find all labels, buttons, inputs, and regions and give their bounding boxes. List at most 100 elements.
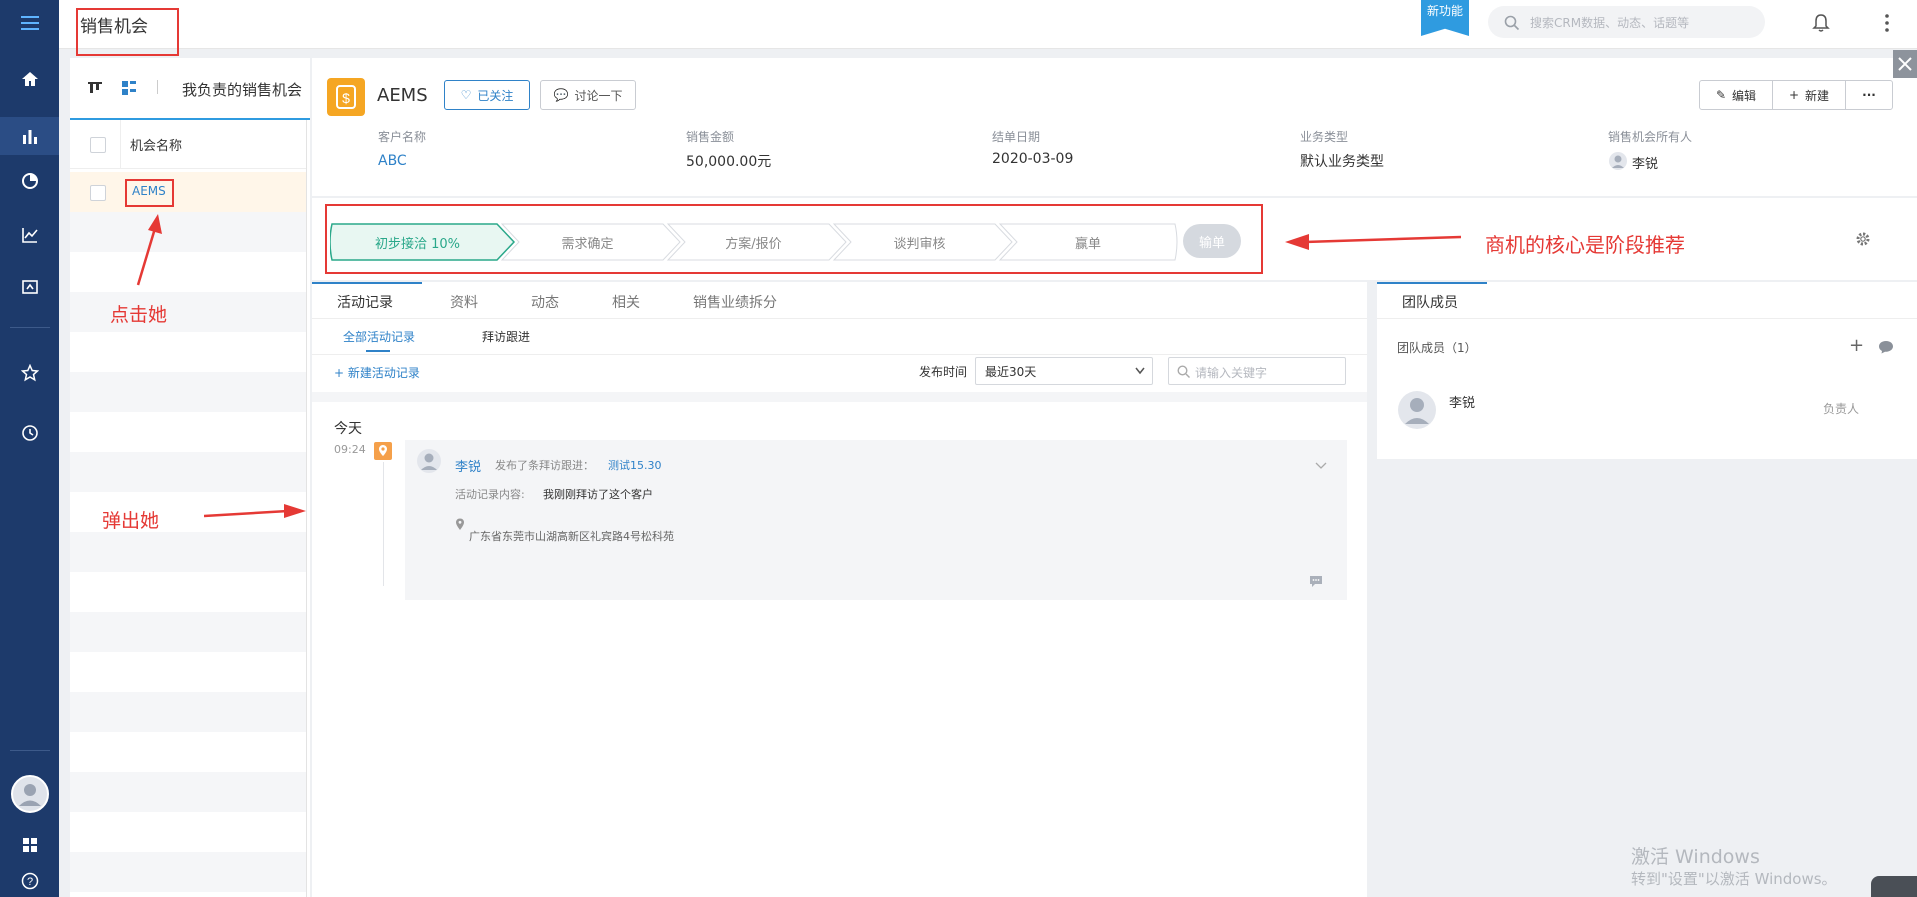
edit-label: 编辑 [1732,88,1757,103]
author-link[interactable]: 李锐 [455,456,481,475]
annotation-click: 点击她 [110,304,168,326]
member-name[interactable]: 李锐 [1449,392,1475,411]
pencil-icon: ✎ [1715,88,1727,102]
bell-icon[interactable] [1812,13,1830,37]
empty-row [70,292,306,332]
annotation-box-stages [325,204,1263,274]
table-row[interactable]: AEMS [70,172,306,212]
chat-icon: 💬 [553,88,569,102]
column-header-name[interactable]: 机会名称 [130,135,182,154]
edit-button[interactable]: ✎ 编辑 [1699,80,1773,110]
field-label: 客户名称 [378,130,427,144]
help-icon[interactable]: ? [15,866,45,896]
follow-button[interactable]: ♡ 已关注 [444,80,530,110]
star-icon[interactable] [15,358,45,388]
comment-icon[interactable] [1309,573,1323,592]
author-avatar [416,448,442,478]
floating-help-widget[interactable] [1871,876,1917,897]
gear-icon[interactable] [1855,231,1871,251]
svg-text:$: $ [342,90,350,106]
tab-team-members[interactable]: 团队成员 [1402,292,1458,312]
tab-feed[interactable]: 动态 [531,292,559,312]
sales-icon[interactable] [0,117,59,155]
empty-row [70,212,306,252]
pie-icon[interactable] [15,166,45,196]
search-placeholder: 搜索CRM数据、动态、话题等 [1530,16,1690,30]
divider [10,327,50,328]
team-card: 团队成员 团队成员（1） + 李锐 负责人 [1377,282,1917,459]
subtab-all-activity[interactable]: 全部活动记录 [343,328,415,345]
row-checkbox[interactable] [90,185,106,201]
owner-value[interactable]: 李锐 [1632,153,1658,172]
empty-row [70,852,306,892]
section-gap [312,392,1367,402]
report-icon[interactable] [15,272,45,302]
annotation-core-stage: 商机的核心是阶段推荐 [1485,233,1685,257]
chevron-down-icon [1135,367,1145,375]
opportunity-icon: $ [327,78,365,116]
chevron-down-icon[interactable] [1315,462,1327,470]
new-label: 新建 [1805,88,1830,103]
close-panel-button[interactable] [1893,50,1917,78]
field-label: 销售机会所有人 [1608,130,1693,144]
location-text: 广东省东莞市山湖高新区礼宾路4号松科苑 [469,530,674,543]
left-nav-rail: ? [0,0,59,897]
activity-card: 活动记录 资料 动态 相关 销售业绩拆分 全部活动记录 拜访跟进 + 新建活动记… [312,282,1367,897]
filter-label: 发布时间 [919,365,968,379]
tab-activity[interactable]: 活动记录 [337,292,393,312]
customer-link[interactable]: ABC [378,153,407,169]
list-view-icon[interactable] [122,80,136,99]
subtab-visit-followup[interactable]: 拜访跟进 [482,328,530,345]
team-chat-icon[interactable] [1878,339,1894,358]
action-text: 发布了条拜访跟进： [495,459,594,472]
annotation-arrow-right [204,504,306,518]
trend-icon[interactable] [15,220,45,250]
list-panel: 我负责的销售机会 机会名称 AEMS [70,58,310,897]
discuss-label: 讨论一下 [574,88,623,103]
home-icon[interactable] [15,64,45,94]
new-button[interactable]: + 新建 [1772,80,1846,110]
global-search[interactable]: 搜索CRM数据、动态、话题等 [1488,6,1765,38]
select-all-checkbox[interactable] [90,137,106,153]
empty-row [70,612,306,652]
divider [120,120,121,168]
list-view-title[interactable]: 我负责的销售机会 [182,79,302,100]
panel-border [306,120,307,897]
menu-icon[interactable] [15,8,45,38]
avatar[interactable] [10,774,50,814]
empty-row [70,372,306,412]
empty-row [70,772,306,812]
follow-label: 已关注 [477,88,514,103]
activity-item: 李锐 发布了条拜访跟进： 测试15.30 活动记录内容: 我刚刚拜访了这个客户 … [405,440,1347,600]
member-role: 负责人 [1823,402,1860,416]
empty-row [70,692,306,732]
record-name: AEMS [377,85,428,106]
close-date-value: 2020-03-09 [992,151,1074,167]
more-button[interactable]: ··· [1845,80,1893,110]
more-vertical-icon[interactable] [1884,13,1890,37]
action-link[interactable]: 测试15.30 [608,457,662,473]
new-activity-link[interactable]: + 新建活动记录 [334,364,420,381]
date-filter-select[interactable]: 最近30天 [975,357,1153,385]
list-header-row: 机会名称 [70,120,306,169]
history-icon[interactable] [15,418,45,448]
date-filter-value: 最近30天 [985,365,1037,379]
watermark-line1: 激活 Windows [1631,846,1760,868]
keyword-search-input[interactable]: 请输入关键字 [1168,357,1346,385]
discuss-button[interactable]: 💬 讨论一下 [540,80,636,110]
divider [10,750,50,751]
kanban-view-icon[interactable] [88,80,102,99]
annotation-box-title [76,8,179,56]
business-type-value: 默认业务类型 [1300,154,1384,170]
search-icon [1504,15,1520,31]
tab-files[interactable]: 资料 [450,292,478,312]
tab-related[interactable]: 相关 [612,292,640,312]
heart-icon: ♡ [460,88,472,102]
tab-sales-split[interactable]: 销售业绩拆分 [693,292,777,312]
apps-icon[interactable] [15,830,45,860]
content-label: 活动记录内容: [455,488,525,501]
add-member-icon[interactable]: + [1849,335,1864,356]
amount-value: 50,000.00元 [686,154,772,170]
member-avatar [1397,390,1437,434]
content-text: 我刚刚拜访了这个客户 [543,488,653,501]
